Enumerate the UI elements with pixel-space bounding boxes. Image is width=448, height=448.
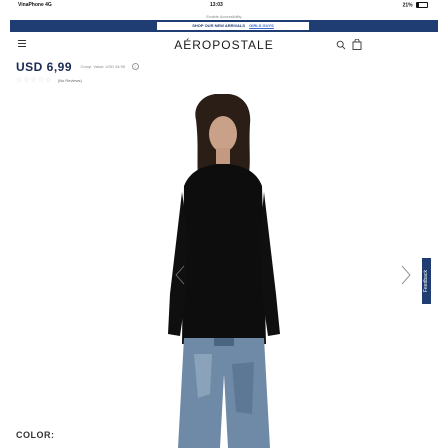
promo-banner: SHOP OUR NEW ARRIVALS GIRLS GUYS bbox=[10, 20, 438, 32]
product-price: USD 6,99 bbox=[16, 60, 73, 74]
chevron-left-icon[interactable] bbox=[174, 264, 186, 286]
product-gallery bbox=[70, 84, 411, 448]
battery-percent: 21% bbox=[402, 2, 413, 9]
battery-icon bbox=[416, 2, 428, 8]
carrier-label: VinaPhone 4G bbox=[18, 2, 52, 8]
brand-logo[interactable]: AÉROPOSTALE bbox=[150, 38, 298, 52]
chevron-right-icon[interactable] bbox=[400, 264, 412, 286]
status-bar: VinaPhone 4G 13:03 21% bbox=[0, 0, 448, 10]
bag-icon[interactable] bbox=[352, 39, 362, 50]
info-icon[interactable]: i bbox=[131, 63, 139, 71]
color-label: COLOR: bbox=[16, 430, 55, 440]
promo-box[interactable]: SHOP OUR NEW ARRIVALS GIRLS GUYS bbox=[157, 22, 309, 30]
comp-value: Comp. Value: USD 34.95 bbox=[80, 64, 126, 70]
clock: 13:03 bbox=[210, 2, 223, 8]
rating-stars: ☆☆☆☆☆ bbox=[16, 77, 53, 84]
promo-text: SHOP OUR NEW ARRIVALS bbox=[192, 23, 246, 28]
menu-icon[interactable] bbox=[18, 40, 26, 48]
price-row: USD 6,99 Comp. Value: USD 34.95 i bbox=[16, 58, 139, 74]
accessibility-link[interactable]: Enable Accessibility bbox=[0, 14, 448, 19]
battery-indicator: 21% bbox=[403, 2, 428, 8]
feedback-tab[interactable]: Feedback bbox=[422, 258, 431, 304]
promo-link[interactable]: GIRLS GUYS bbox=[249, 23, 274, 28]
search-icon[interactable] bbox=[336, 40, 346, 50]
site-header: AÉROPOSTALE bbox=[0, 36, 448, 52]
reviews-label: (No Reviews) bbox=[57, 78, 82, 83]
reviews-row[interactable]: ☆☆☆☆☆ (No Reviews) bbox=[16, 76, 82, 84]
